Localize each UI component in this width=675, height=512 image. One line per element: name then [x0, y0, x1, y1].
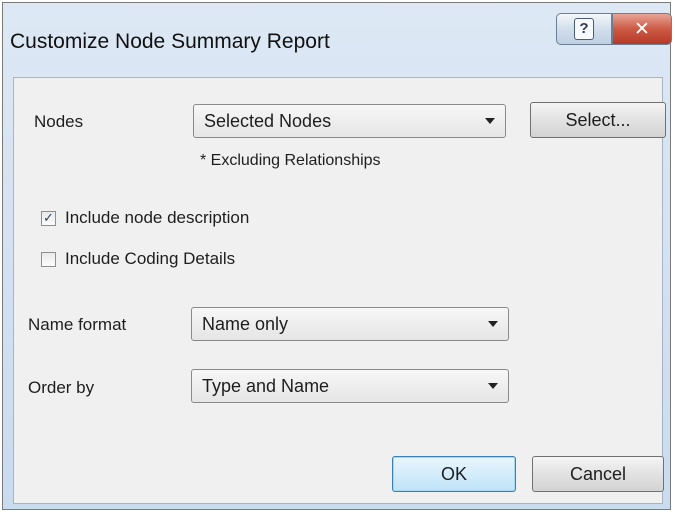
- chevron-down-icon: [485, 118, 495, 124]
- order-by-value: Type and Name: [202, 376, 330, 396]
- include-coding-label: Include Coding Details: [65, 249, 236, 268]
- dialog-window: Customize Node Summary Report ? ✕ Nodes …: [2, 2, 672, 510]
- name-format-label: Name format: [28, 315, 127, 334]
- dialog-body: Nodes Selected Nodes Select... * Excludi…: [13, 77, 666, 504]
- include-coding-row[interactable]: Include Coding Details: [41, 249, 235, 269]
- select-button-label: Select...: [565, 109, 631, 130]
- order-by-label: Order by: [28, 378, 95, 397]
- include-coding-checkbox[interactable]: [41, 251, 56, 267]
- ok-button-label: OK: [440, 463, 467, 484]
- nodes-dropdown[interactable]: Selected Nodes: [193, 104, 506, 138]
- nodes-dropdown-value: Selected Nodes: [204, 111, 332, 131]
- include-description-row[interactable]: ✓ Include node description: [41, 208, 249, 228]
- select-button[interactable]: Select...: [530, 102, 666, 138]
- chevron-down-icon: [488, 383, 498, 389]
- include-description-checkbox[interactable]: ✓: [41, 210, 56, 226]
- name-format-value: Name only: [202, 314, 289, 334]
- name-format-dropdown[interactable]: Name only: [191, 307, 509, 341]
- window-title: Customize Node Summary Report: [10, 30, 330, 53]
- title-bar[interactable]: Customize Node Summary Report ? ✕: [3, 3, 672, 77]
- order-by-dropdown[interactable]: Type and Name: [191, 369, 509, 403]
- nodes-label: Nodes: [34, 112, 84, 131]
- ok-button[interactable]: OK: [392, 456, 516, 492]
- close-icon: ✕: [634, 18, 650, 40]
- cancel-button[interactable]: Cancel: [532, 456, 664, 492]
- chevron-down-icon: [488, 321, 498, 327]
- cancel-button-label: Cancel: [569, 463, 627, 484]
- help-button[interactable]: ?: [556, 13, 612, 45]
- excluding-relationships-note: * Excluding Relationships: [200, 152, 381, 169]
- checkmark-icon: ✓: [43, 210, 54, 226]
- help-icon: ?: [574, 18, 594, 40]
- close-button[interactable]: ✕: [612, 13, 672, 45]
- include-description-label: Include node description: [65, 208, 250, 227]
